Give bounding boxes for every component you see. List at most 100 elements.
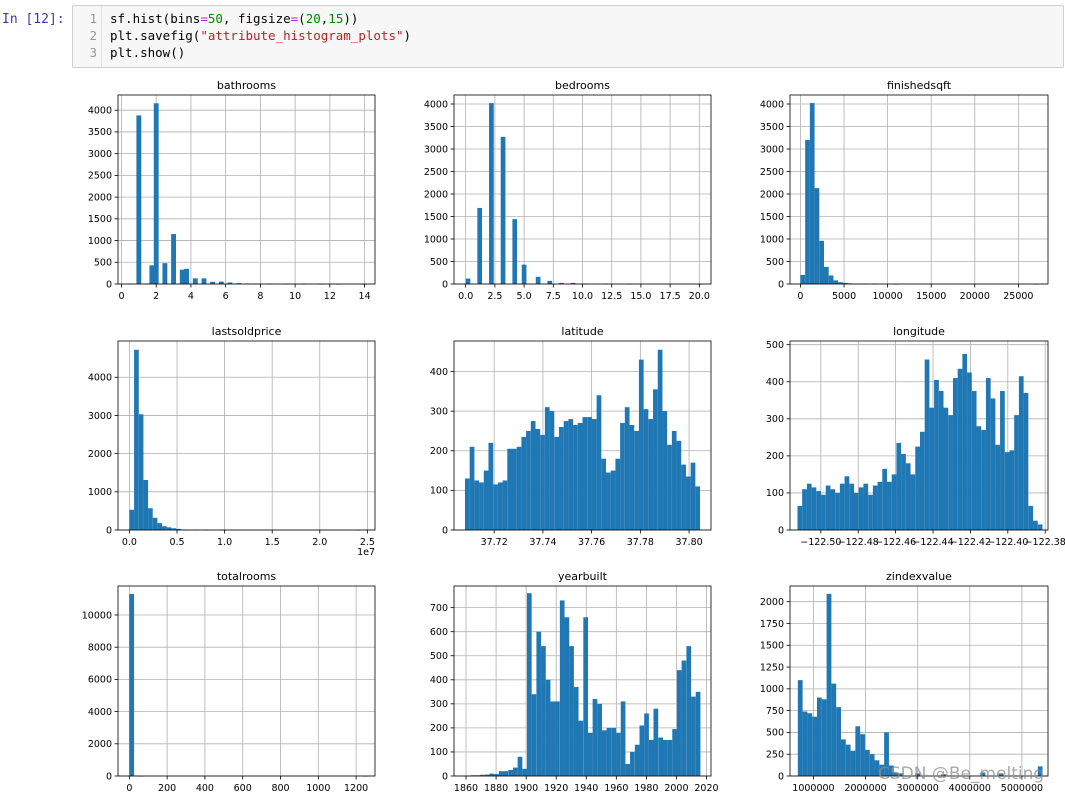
histogram-bar <box>797 505 803 530</box>
histogram-latitude: 37.72 37.74 37.76 37.78 37.80 0 100 200 300 400 la… <box>430 325 712 548</box>
histogram-bar <box>910 474 916 530</box>
histogram-bar <box>833 280 839 284</box>
histogram-bar <box>611 727 617 776</box>
histogram-bar <box>547 280 553 284</box>
histogram-bar <box>201 278 207 284</box>
chart-title: lastsoldprice <box>212 325 282 338</box>
histogram-bar <box>500 136 506 284</box>
histogram-bar <box>811 487 817 530</box>
x-tick-label: −122.48 <box>838 537 879 548</box>
histogram-bar <box>152 517 158 530</box>
histogram-bar <box>657 349 663 530</box>
y-tick-label: 4000 <box>88 106 112 117</box>
histogram-bar <box>171 234 176 284</box>
y-tick-label: 400 <box>766 377 784 388</box>
watermark: CSDN @Be_melting <box>878 764 1045 784</box>
histogram-bar <box>924 359 930 530</box>
histogram-bar <box>489 103 494 284</box>
y-tick-label: 1500 <box>424 212 448 223</box>
histogram-bar <box>643 409 649 530</box>
histogram-bar <box>962 353 968 530</box>
y-tick-label: 2000 <box>760 597 784 608</box>
histogram-bar <box>573 425 578 530</box>
histogram-bar <box>863 483 869 530</box>
histogram-bar <box>901 454 906 530</box>
histogram-bar <box>620 423 625 530</box>
histogram-bar <box>662 739 668 776</box>
histogram-bar <box>686 646 692 776</box>
y-tick-label: 100 <box>766 488 784 499</box>
x-tick-label: 1200 <box>344 783 368 794</box>
y-tick-label: 2000 <box>88 739 112 750</box>
histogram-bar <box>691 696 696 776</box>
x-tick-label: 600 <box>234 783 252 794</box>
histogram-bar <box>162 526 167 530</box>
x-tick-label: 15.0 <box>630 291 651 302</box>
y-tick-label: 0 <box>778 525 784 536</box>
histogram-bar <box>639 725 645 776</box>
histogram-bar <box>526 593 532 776</box>
axes-frame <box>117 340 376 531</box>
histogram-bar <box>836 707 841 776</box>
histogram-bar <box>816 697 822 776</box>
x-tick-label: 0 <box>126 783 132 794</box>
histogram-bar <box>530 421 536 530</box>
y-tick-label: 2000 <box>88 449 112 460</box>
y-tick-label: 0 <box>442 279 448 290</box>
histogram-bar <box>667 739 673 776</box>
histogram-bar <box>802 711 808 776</box>
histogram-bar <box>638 359 644 530</box>
histogram-bar <box>624 407 630 530</box>
histogram-lastsoldprice: 0.0 0.5 1.0 1.5 2.0 2.501000200030004000lasts… <box>88 325 376 558</box>
histogram-bar <box>559 600 565 776</box>
y-tick-label: 10000 <box>82 610 112 621</box>
y-tick-label: 0 <box>778 771 784 782</box>
x-tick-label: 1000 <box>306 783 330 794</box>
histogram-bar <box>488 442 494 530</box>
axes-frame <box>117 585 376 777</box>
histogram-bar <box>630 751 635 776</box>
histogram-bar <box>469 446 475 530</box>
histogram-finishedsqft: 0 5000 10000 15000 20000 25000 0 500 1000 1500 200… <box>760 79 1049 302</box>
histogram-bathrooms: 0 2 4 6 8 10 12 14 0 500 1000 1500 2000 2500 3000 3500 4… <box>88 79 376 302</box>
histogram-bar <box>662 411 668 530</box>
histogram-bar <box>825 485 831 530</box>
histogram-bar <box>1033 520 1038 530</box>
histogram-bar <box>569 646 574 776</box>
histogram-bar <box>508 769 514 776</box>
x-tick-label: 17.5 <box>660 291 681 302</box>
x-tick-label: 0 <box>118 291 124 302</box>
y-tick-label: 0 <box>106 771 112 782</box>
y-tick-label: 4000 <box>88 707 112 718</box>
histogram-bar <box>521 436 527 530</box>
histogram-bar <box>872 485 878 530</box>
histogram-bar <box>864 749 870 776</box>
y-tick-label: 1500 <box>760 641 784 652</box>
x-tick-label: 1880 <box>484 783 508 794</box>
y-tick-label: 0 <box>442 525 448 536</box>
x-tick-label: 1000000 <box>792 783 834 794</box>
histogram-bar <box>685 476 691 530</box>
x-tick-label: 200 <box>158 783 176 794</box>
y-tick-label: 750 <box>766 706 784 717</box>
histogram-bar <box>531 694 537 776</box>
histogram-bar <box>812 716 817 776</box>
x-tick-label: 1900 <box>514 783 538 794</box>
y-tick-label: 300 <box>766 414 784 425</box>
x-tick-label: 2.5 <box>487 291 502 302</box>
y-tick-label: 500 <box>766 257 784 268</box>
x-tick-label: 10.0 <box>572 291 593 302</box>
x-tick-label: 37.80 <box>675 537 702 548</box>
histogram-bar <box>148 508 153 530</box>
y-tick-label: 250 <box>766 750 784 761</box>
histogram-bar <box>512 219 518 284</box>
histogram-bar <box>596 395 602 530</box>
chart-title: latitude <box>561 325 603 338</box>
histogram-bar <box>869 754 875 776</box>
histogram-bar <box>592 699 598 776</box>
histogram-bar <box>896 442 902 530</box>
histogram-bar <box>129 509 135 530</box>
histogram-bar <box>831 683 837 776</box>
histogram-bar <box>577 423 583 530</box>
histogram-bar <box>807 713 813 776</box>
